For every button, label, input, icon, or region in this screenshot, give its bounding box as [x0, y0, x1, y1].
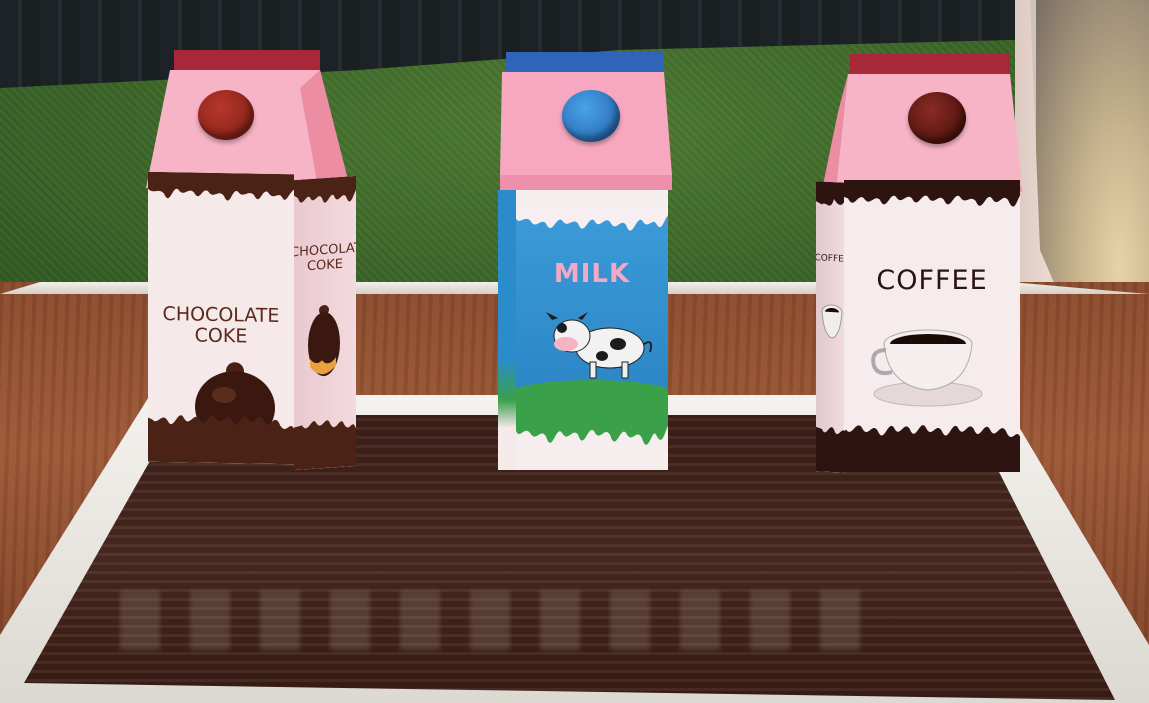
cow-icon: [546, 312, 653, 379]
side-cup-icon: [821, 304, 843, 339]
side-drip-bottom: [294, 420, 356, 471]
side-drip-bottom: [816, 426, 846, 473]
coffee-carton[interactable]: COFFEE COFFEE: [808, 52, 1028, 476]
coffee-drip-top: [844, 180, 1020, 207]
side-cake-icon: [308, 305, 340, 377]
milk-drip-top: [516, 208, 668, 231]
side-drip-top: [816, 181, 846, 206]
side-drip-top: [294, 175, 356, 203]
carton-cap: [562, 90, 620, 142]
chocolate-coke-carton[interactable]: CHOCOLATE COKE CHOCOLATE COKE: [140, 48, 365, 471]
front-label-line1: CHOCOLATE: [162, 302, 280, 328]
chocolate-drip-bottom: [148, 415, 294, 465]
coffee-cup-icon: [871, 329, 983, 407]
game-scene: CHOCOLATE COKE CHOCOLATE COKE MILK COFFE…: [0, 0, 1149, 703]
carton-side-panel: COFFEE: [816, 181, 846, 473]
green-drip-bottom: [516, 408, 668, 445]
front-label: COFFEE: [876, 265, 988, 296]
carton-side-panel: [498, 190, 516, 470]
carton-side-panel: CHOCOLATE COKE: [294, 175, 356, 471]
chocolate-drip-top: [148, 171, 294, 201]
carton-front-panel: MILK: [516, 190, 668, 470]
tray-wear: [120, 590, 880, 650]
carton-front-panel: CHOCOLATE COKE: [148, 171, 294, 465]
carton-cap: [908, 92, 966, 144]
coffee-drip-bottom: [844, 425, 1020, 472]
milk-carton[interactable]: MILK: [496, 50, 681, 472]
carton-cap: [198, 90, 254, 140]
carton-front-panel: COFFEE: [844, 180, 1020, 472]
side-label: COFFEE: [816, 253, 846, 265]
front-label-line2: COKE: [194, 324, 248, 348]
front-label: MILK: [553, 259, 631, 289]
